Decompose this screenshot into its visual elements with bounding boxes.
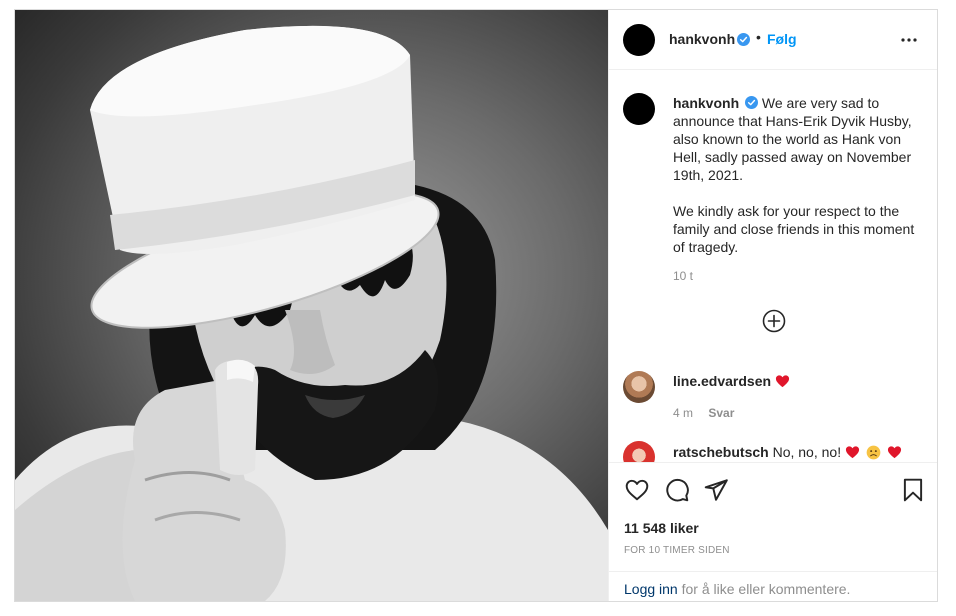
instagram-post: hankvonh • Følg hankvonh We are very sad…: [14, 9, 938, 602]
verified-badge-icon: [737, 33, 750, 46]
caption-username[interactable]: hankvonh: [673, 95, 739, 111]
author-avatar[interactable]: [623, 24, 655, 56]
red-heart-icon: [775, 375, 789, 388]
plus-circle-icon[interactable]: [762, 309, 786, 333]
post-time-ago[interactable]: FOR 10 TIMER SIDEN: [624, 545, 730, 556]
login-rest-text: for å like eller kommentere.: [677, 581, 851, 597]
post-photo-illustration: [15, 25, 608, 601]
heart-outline-icon[interactable]: [624, 477, 650, 503]
comment-body: No, no, no!: [772, 444, 842, 460]
comment-text: line.edvardsen: [673, 372, 792, 390]
red-heart-icon: [887, 446, 901, 459]
comment-text: ratschebutsch No, no, no!: [673, 443, 923, 462]
caption-avatar[interactable]: [623, 93, 655, 125]
post-header: hankvonh • Følg: [609, 10, 937, 70]
red-heart-icon: [845, 446, 860, 459]
comment-avatar[interactable]: [623, 371, 655, 403]
caption-time[interactable]: 10 t: [673, 269, 693, 283]
post-photo[interactable]: [15, 10, 608, 601]
more-horizontal-icon[interactable]: [897, 28, 921, 52]
login-prompt-text: Logg inn for å like eller kommentere.: [624, 581, 850, 597]
likes-count[interactable]: 11 548 liker: [624, 520, 699, 536]
comment-avatar[interactable]: [623, 441, 655, 462]
author-username[interactable]: hankvonh: [669, 31, 735, 47]
bookmark-icon[interactable]: [900, 477, 926, 503]
paper-plane-icon[interactable]: [703, 477, 729, 503]
header-separator: •: [756, 29, 761, 45]
follow-button[interactable]: Følg: [767, 31, 797, 47]
caption-verified-badge-icon: [745, 96, 759, 109]
login-prompt: Logg inn for å like eller kommentere.: [609, 571, 937, 601]
sad-face-icon: [866, 445, 881, 460]
comment-bubble-icon[interactable]: [664, 477, 690, 503]
post-sidebar: hankvonh • Følg hankvonh We are very sad…: [608, 10, 937, 601]
caption-paragraph-2: We kindly ask for your respect to the fa…: [673, 203, 915, 255]
comment-time[interactable]: 4 m: [673, 406, 693, 420]
comment-username[interactable]: ratschebutsch: [673, 444, 769, 460]
post-actions: 11 548 liker FOR 10 TIMER SIDEN Logg inn…: [609, 462, 937, 601]
login-link[interactable]: Logg inn: [624, 581, 678, 597]
comment-username[interactable]: line.edvardsen: [673, 373, 771, 389]
reply-button[interactable]: Svar: [708, 406, 734, 420]
comments-scroll-area[interactable]: hankvonh We are very sad to announce tha…: [609, 71, 937, 462]
comment-meta: 4 m Svar: [673, 406, 746, 420]
post-caption: hankvonh We are very sad to announce tha…: [673, 94, 921, 256]
